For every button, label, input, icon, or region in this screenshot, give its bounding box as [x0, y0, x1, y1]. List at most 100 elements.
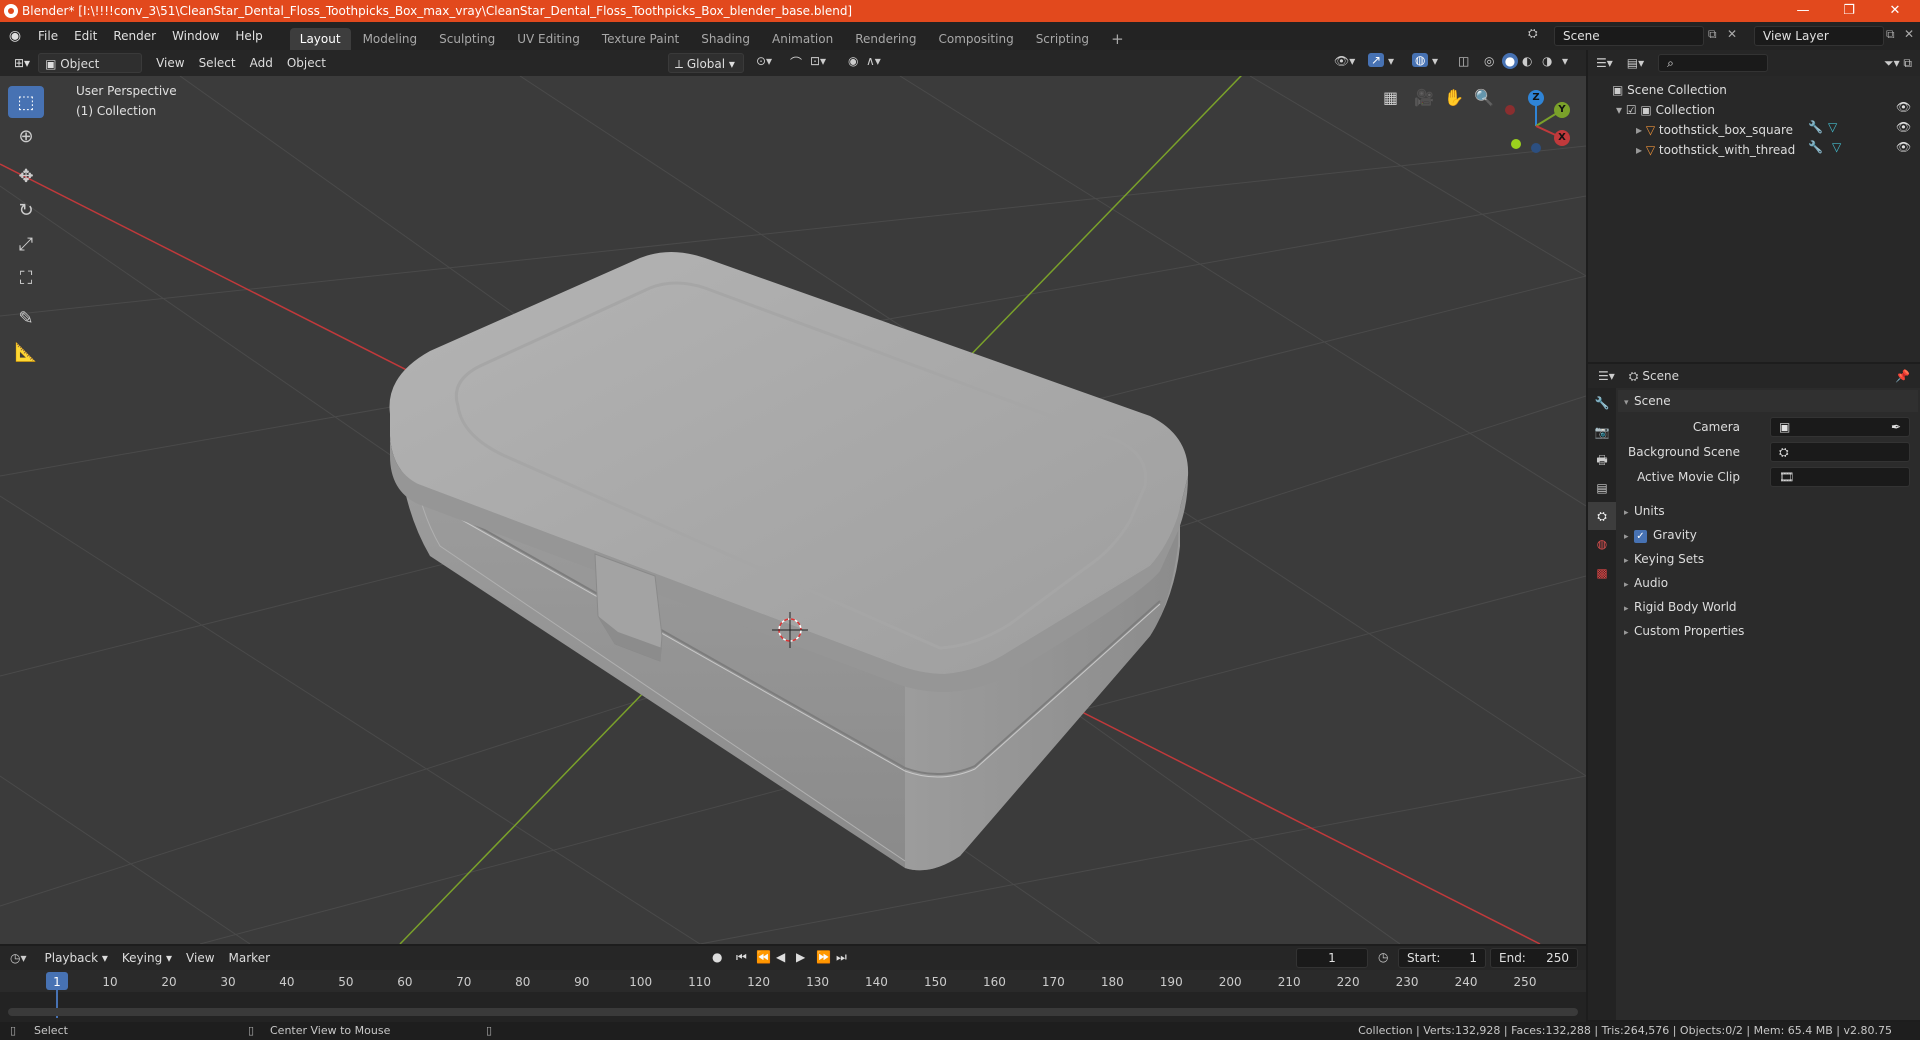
tab-uv-editing[interactable]: UV Editing — [507, 28, 590, 50]
toothpick-box-model[interactable] — [389, 252, 1189, 871]
eyedropper-icon[interactable]: ✒ — [1891, 418, 1901, 436]
gravity-checkbox[interactable]: ✓ — [1634, 530, 1647, 543]
navigation-gizmo[interactable]: Z Y X — [1500, 88, 1570, 158]
proportional-edit-icon[interactable]: ◉ — [848, 54, 858, 68]
delete-view-layer-icon[interactable]: ✕ — [1904, 27, 1914, 41]
menu-view[interactable]: View — [150, 53, 190, 73]
scene-panel-header[interactable]: ▾ Scene — [1618, 390, 1918, 412]
tab-rendering[interactable]: Rendering — [845, 28, 926, 50]
menu-marker[interactable]: Marker — [223, 948, 276, 968]
close-button[interactable]: ✕ — [1872, 0, 1918, 22]
maximize-button[interactable]: ❐ — [1826, 0, 1872, 22]
tab-compositing[interactable]: Compositing — [928, 28, 1023, 50]
xray-icon[interactable]: ◫ — [1458, 54, 1469, 68]
end-frame-field[interactable]: End: 250 — [1490, 948, 1578, 968]
snap-target-icon[interactable]: ⊡▾ — [810, 54, 826, 68]
menu-window[interactable]: Window — [164, 22, 227, 50]
wireframe-shading-icon[interactable]: ◎ — [1484, 54, 1494, 68]
gizmo-dropdown-icon[interactable]: ▾ — [1388, 54, 1394, 68]
tab-layout[interactable]: Layout — [289, 28, 351, 50]
zoom-icon[interactable]: 🔍 — [1474, 88, 1494, 107]
rendered-shading-icon[interactable]: ◑ — [1542, 54, 1552, 68]
pin-icon[interactable]: 📌 — [1895, 369, 1910, 383]
keying-sets-panel-header[interactable]: ▸ Keying Sets — [1618, 548, 1918, 570]
scale-tool[interactable]: ⤢ — [8, 228, 44, 260]
new-view-layer-icon[interactable]: ⧉ — [1886, 27, 1895, 42]
gizmo-toggle-icon[interactable]: ↗ — [1368, 53, 1385, 67]
blender-menu-icon[interactable]: ◉ — [0, 28, 30, 44]
shading-dropdown-icon[interactable]: ▾ — [1562, 54, 1568, 68]
tab-scripting[interactable]: Scripting — [1026, 28, 1099, 50]
measure-tool[interactable]: 📐 — [8, 336, 44, 368]
gizmo-z-axis[interactable]: Z — [1528, 90, 1544, 106]
menu-select[interactable]: Select — [193, 53, 242, 73]
tab-shading[interactable]: Shading — [691, 28, 760, 50]
menu-object[interactable]: Object — [281, 53, 332, 73]
rigid-body-world-panel-header[interactable]: ▸ Rigid Body World — [1618, 596, 1918, 618]
world-tab-icon[interactable]: ◍ — [1588, 530, 1616, 558]
jump-to-prev-keyframe-icon[interactable]: ⏪ — [756, 950, 771, 964]
add-workspace-button[interactable]: + — [1101, 28, 1134, 50]
expand-collection-icon[interactable]: ▾ — [1616, 103, 1626, 117]
material-shading-icon[interactable]: ◐ — [1522, 54, 1532, 68]
3d-viewport[interactable]: User Perspective (1) Collection ▦ 🎥 ✋ 🔍 … — [0, 76, 1586, 944]
tab-animation[interactable]: Animation — [762, 28, 843, 50]
camera-view-icon[interactable]: 🎥 — [1414, 88, 1434, 107]
proportional-falloff-icon[interactable]: ∧▾ — [866, 54, 881, 68]
gravity-panel-header[interactable]: ▸ ✓ Gravity — [1618, 524, 1918, 546]
gizmo-y-axis[interactable]: Y — [1554, 102, 1570, 118]
cursor-tool[interactable]: ⊕ — [8, 120, 44, 152]
units-panel-header[interactable]: ▸ Units — [1618, 500, 1918, 522]
transform-tool[interactable]: ⛶ — [8, 262, 44, 294]
mode-selector[interactable]: ▣ Object Mode ▾ — [38, 53, 143, 91]
snap-icon[interactable]: ⌒ — [790, 54, 802, 71]
menu-file[interactable]: File — [30, 22, 66, 50]
pivot-point-icon[interactable]: ⊙▾ — [756, 54, 772, 68]
play-reverse-icon[interactable]: ◀ — [776, 950, 785, 964]
view-layer-selector[interactable]: View Layer — [1754, 26, 1884, 46]
outliner-row-collection[interactable]: ▾ ☑ ▣ Collection — [1616, 100, 1715, 120]
object-visibility-eye-icon[interactable]: 👁 — [1896, 140, 1911, 154]
background-scene-field[interactable]: ⛭ — [1770, 442, 1910, 462]
select-box-tool[interactable]: ⬚ — [8, 86, 44, 118]
overlays-dropdown-icon[interactable]: ▾ — [1432, 54, 1438, 68]
new-scene-icon[interactable]: ⧉ — [1708, 27, 1717, 42]
mesh-data-icon[interactable]: ▽ — [1828, 120, 1837, 134]
menu-edit[interactable]: Edit — [66, 22, 105, 50]
start-frame-field[interactable]: Start: 1 — [1398, 948, 1486, 968]
outliner-row-object[interactable]: ▸ ▽ toothstick_box_square — [1636, 120, 1793, 140]
menu-add[interactable]: Add — [244, 53, 279, 73]
audio-panel-header[interactable]: ▸ Audio — [1618, 572, 1918, 594]
rotate-tool[interactable]: ↻ — [8, 194, 44, 226]
record-keyframes-icon[interactable]: ● — [712, 950, 722, 964]
overlays-toggle-icon[interactable]: ◍ — [1412, 53, 1429, 67]
active-movie-clip-field[interactable]: 🎞 — [1770, 467, 1910, 487]
collection-checkbox[interactable]: ☑ — [1626, 103, 1641, 117]
play-icon[interactable]: ▶ — [796, 950, 805, 964]
outliner-row-object[interactable]: ▸ ▽ toothstick_with_thread — [1636, 140, 1795, 160]
texture-tab-icon[interactable]: ▩ — [1588, 558, 1616, 588]
menu-help[interactable]: Help — [227, 22, 270, 50]
tab-texture-paint[interactable]: Texture Paint — [592, 28, 689, 50]
modifier-wrench-icon[interactable]: 🔧 — [1808, 120, 1823, 134]
tab-modeling[interactable]: Modeling — [353, 28, 428, 50]
scene-tab-icon[interactable]: ⛭ — [1588, 502, 1616, 530]
filter-icon[interactable]: ⏷▾ ⧉ — [1884, 56, 1912, 71]
jump-to-end-icon[interactable]: ⏭ — [836, 950, 847, 965]
preview-range-clock-icon[interactable]: ◷ — [1378, 950, 1388, 964]
move-tool[interactable]: ✥ — [8, 160, 44, 192]
camera-field[interactable]: ▣ ✒ — [1770, 417, 1910, 437]
menu-timeline-view[interactable]: View — [180, 948, 220, 968]
properties-editor-type-icon[interactable]: ☰▾ — [1598, 369, 1615, 383]
custom-properties-panel-header[interactable]: ▸ Custom Properties — [1618, 620, 1918, 642]
annotate-tool[interactable]: ✎ — [8, 302, 44, 334]
outliner-row-scene-collection[interactable]: ▣ Scene Collection — [1612, 80, 1727, 100]
timeline-editor-type-icon[interactable]: ◷▾ — [10, 951, 27, 965]
transform-orientation-selector[interactable]: ⟂ Global ▾ — [668, 53, 744, 73]
current-frame-field[interactable]: 1 — [1296, 948, 1368, 968]
menu-keying[interactable]: Keying ▾ — [116, 948, 178, 968]
visibility-icon[interactable]: 👁▾ — [1334, 54, 1355, 68]
tool-tab-icon[interactable]: 🔧 — [1588, 388, 1616, 418]
scene-selector[interactable]: Scene — [1554, 26, 1704, 46]
menu-render[interactable]: Render — [105, 22, 164, 50]
